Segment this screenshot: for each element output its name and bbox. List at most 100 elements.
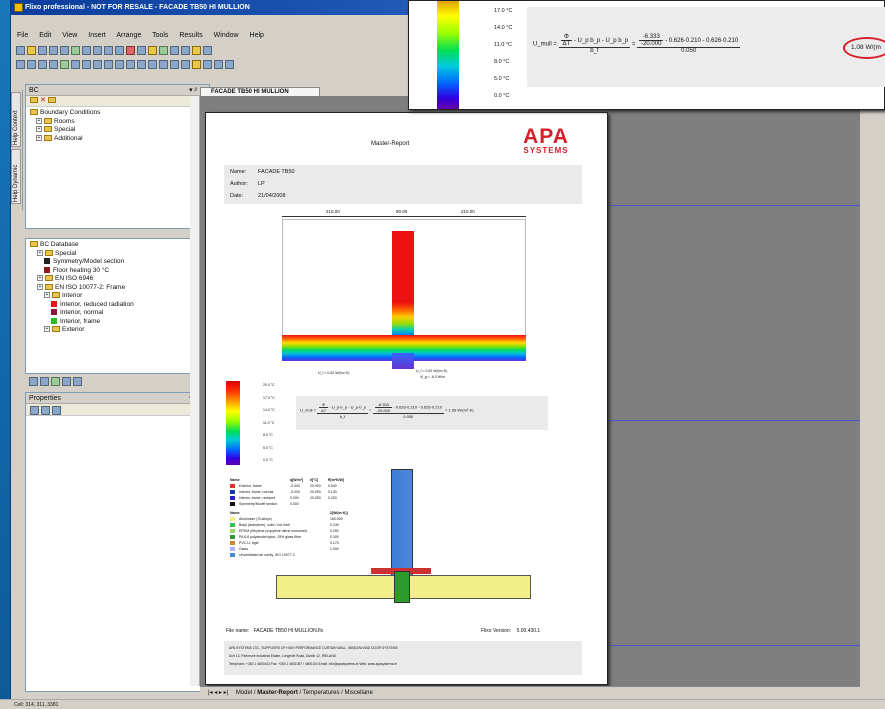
- author-label: Author:: [230, 181, 248, 187]
- tab-master-report[interactable]: Master-Report: [257, 690, 298, 696]
- calculate-icon[interactable]: [148, 46, 157, 55]
- new-file-icon[interactable]: [16, 46, 25, 55]
- view-icon[interactable]: [170, 46, 179, 55]
- zoom-icon[interactable]: [137, 46, 146, 55]
- print-icon[interactable]: [60, 46, 69, 55]
- menu-help[interactable]: Help: [250, 32, 264, 39]
- tree-item[interactable]: + EN ISO 10077-2: Frame: [30, 284, 192, 293]
- menu-results[interactable]: Results: [179, 32, 202, 39]
- grid-icon[interactable]: [159, 46, 168, 55]
- tree-item[interactable]: + EN ISO 6946: [30, 275, 192, 284]
- save-all-icon[interactable]: [49, 46, 58, 55]
- tab-help-context[interactable]: Help Context: [11, 92, 21, 147]
- tree-item-special[interactable]: + Special: [30, 126, 205, 135]
- color-swatch-icon: [230, 535, 235, 539]
- tab-miscellaneous[interactable]: Miscellane: [345, 690, 373, 696]
- bc-add-icon[interactable]: [29, 377, 38, 386]
- boundary-icon[interactable]: [203, 60, 212, 69]
- rotate-icon[interactable]: [93, 60, 102, 69]
- mirror-icon[interactable]: [82, 60, 91, 69]
- polygon-icon[interactable]: [38, 60, 47, 69]
- delete-icon[interactable]: ✕: [40, 97, 46, 104]
- bc-import-icon[interactable]: [62, 377, 71, 386]
- new-folder-icon[interactable]: [30, 97, 38, 104]
- categorized-icon[interactable]: [30, 406, 39, 415]
- expand-icon[interactable]: +: [37, 275, 43, 282]
- vertical-ruler: [190, 96, 200, 686]
- save-icon[interactable]: [38, 46, 47, 55]
- tree-item-bc-database[interactable]: BC Database: [30, 241, 192, 250]
- delete-icon[interactable]: [126, 46, 135, 55]
- measure-icon[interactable]: [148, 60, 157, 69]
- material-icon[interactable]: [192, 60, 201, 69]
- menu-file[interactable]: File: [17, 32, 28, 39]
- group-icon[interactable]: [104, 60, 113, 69]
- redo-icon[interactable]: [115, 46, 124, 55]
- expand-icon[interactable]: +: [37, 283, 43, 290]
- drawing-toolbar: [15, 58, 411, 71]
- bc-assign-icon[interactable]: [51, 377, 60, 386]
- tab-help-dynamic[interactable]: Help Dynamic: [11, 149, 21, 204]
- database-icon: [30, 241, 38, 248]
- expand-icon[interactable]: +: [36, 134, 42, 141]
- expand-icon[interactable]: +: [44, 292, 50, 299]
- bc-tree: Boundary Conditions + Rooms + Special + Add…: [26, 107, 209, 145]
- results-icon[interactable]: [225, 60, 234, 69]
- undo-icon[interactable]: [104, 46, 113, 55]
- tree-item[interactable]: Interior, frame: [30, 318, 192, 327]
- bc-edit-icon[interactable]: [40, 377, 49, 386]
- ungroup-icon[interactable]: [115, 60, 124, 69]
- table-row: PVC-U, rigid 0.170: [230, 541, 355, 546]
- bc-export-icon[interactable]: [73, 377, 82, 386]
- report-icon[interactable]: [192, 46, 201, 55]
- menu-bar: File Edit View Insert Arrange Tools Resu…: [11, 30, 411, 41]
- dimension-icon[interactable]: [159, 60, 168, 69]
- tree-item[interactable]: Symmetry/Model section: [30, 258, 192, 267]
- paste-icon[interactable]: [93, 46, 102, 55]
- layout-icon[interactable]: [181, 46, 190, 55]
- mesh-icon[interactable]: [214, 60, 223, 69]
- menu-tools[interactable]: Tools: [152, 32, 168, 39]
- bc-database-toolbar: [28, 375, 210, 388]
- tab-model[interactable]: Model: [236, 690, 252, 696]
- tree-item[interactable]: + Interior: [30, 292, 192, 301]
- sheet-nav-icon[interactable]: |◂ ◂ ▸ ▸|: [208, 690, 228, 696]
- alphabetical-icon[interactable]: [41, 406, 50, 415]
- property-pages-icon[interactable]: [52, 406, 61, 415]
- back-icon[interactable]: [137, 60, 146, 69]
- tree-item[interactable]: Interior, normal: [30, 309, 192, 318]
- window-icon[interactable]: [203, 46, 212, 55]
- scale-tick-label: 8.0 °C: [263, 433, 273, 437]
- menu-view[interactable]: View: [62, 32, 77, 39]
- menu-window[interactable]: Window: [214, 32, 239, 39]
- menu-edit[interactable]: Edit: [39, 32, 51, 39]
- tree-item-additional[interactable]: + Additional: [30, 135, 205, 144]
- menu-insert[interactable]: Insert: [88, 32, 106, 39]
- tree-item[interactable]: Interior, reduced radiation: [30, 301, 192, 310]
- hatch-icon[interactable]: [181, 60, 190, 69]
- snap-icon[interactable]: [60, 60, 69, 69]
- tree-item[interactable]: Floor heating 30 °C: [30, 267, 192, 276]
- text-icon[interactable]: [170, 60, 179, 69]
- folder-icon[interactable]: [47, 97, 56, 104]
- front-icon[interactable]: [126, 60, 135, 69]
- line-icon[interactable]: [49, 60, 58, 69]
- copy-icon[interactable]: [82, 46, 91, 55]
- guide-line: [608, 205, 860, 206]
- tree-item-boundary-conditions[interactable]: Boundary Conditions: [30, 109, 205, 118]
- expand-icon[interactable]: +: [36, 126, 42, 133]
- cut-icon[interactable]: [71, 46, 80, 55]
- expand-icon[interactable]: +: [36, 117, 42, 124]
- open-file-icon[interactable]: [27, 46, 36, 55]
- align-icon[interactable]: [71, 60, 80, 69]
- apa-logo: APA: [523, 125, 569, 148]
- tree-item[interactable]: + Exterior: [30, 326, 192, 335]
- tree-item[interactable]: + Special: [30, 250, 192, 259]
- rectangle-icon[interactable]: [27, 60, 36, 69]
- expand-icon[interactable]: +: [44, 326, 50, 333]
- tab-temperatures[interactable]: Temperatures: [303, 690, 340, 696]
- tree-item-rooms[interactable]: + Rooms: [30, 118, 205, 127]
- select-icon[interactable]: [16, 60, 25, 69]
- menu-arrange[interactable]: Arrange: [116, 32, 141, 39]
- expand-icon[interactable]: +: [37, 249, 43, 256]
